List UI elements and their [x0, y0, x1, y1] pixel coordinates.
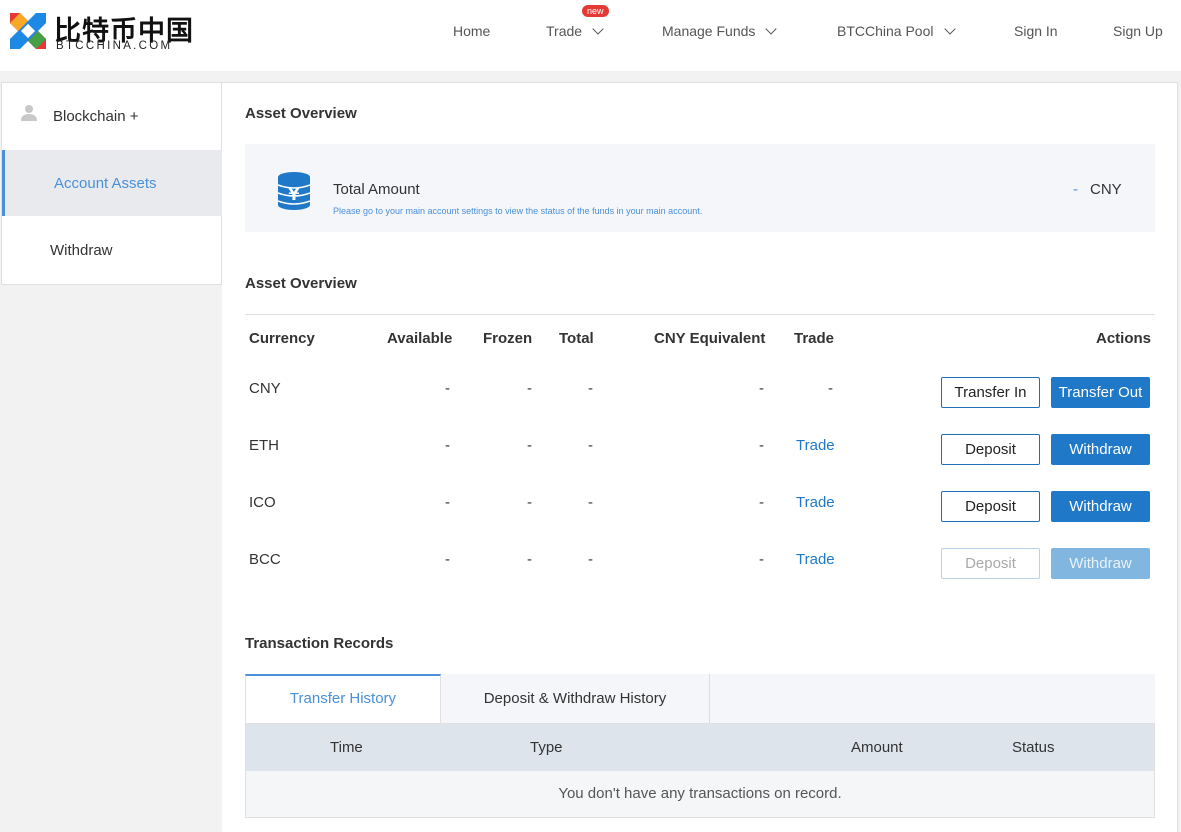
- svg-text:¥: ¥: [288, 185, 299, 204]
- col-status: Status: [1012, 739, 1055, 756]
- nav-home[interactable]: Home: [453, 23, 490, 39]
- nav-trade-label: Trade: [546, 23, 583, 39]
- total-amount-hint: Please go to your main account settings …: [333, 206, 703, 216]
- chevron-down-icon: [592, 23, 604, 35]
- transfer-out-button[interactable]: Transfer Out: [1051, 377, 1150, 408]
- new-badge: new: [582, 5, 609, 17]
- divider: [245, 314, 1155, 315]
- total-amount-label: Total Amount: [333, 181, 420, 198]
- nav-manage-funds[interactable]: Manage Funds: [662, 23, 778, 39]
- tab-deposit-withdraw-history[interactable]: Deposit & Withdraw History: [441, 674, 710, 723]
- chevron-down-icon: [765, 23, 778, 35]
- withdraw-button-ico[interactable]: Withdraw: [1051, 491, 1150, 522]
- cell-currency: ICO: [249, 494, 276, 511]
- col-trade: Trade: [794, 330, 835, 347]
- trade-link-eth[interactable]: Trade: [796, 437, 835, 454]
- user-icon: [21, 105, 37, 121]
- cell-cny: -: [759, 494, 764, 511]
- chevron-down-icon: [943, 23, 956, 35]
- cell-available: -: [445, 437, 450, 454]
- trade-link-ico[interactable]: Trade: [796, 494, 835, 511]
- deposit-button-eth[interactable]: Deposit: [941, 434, 1040, 465]
- nav-sign-up-label: Sign Up: [1113, 23, 1163, 39]
- deposit-button-bcc: Deposit: [941, 548, 1040, 579]
- col-currency: Currency: [249, 330, 315, 347]
- history-table: Time Type Amount Status You don't have a…: [245, 723, 1155, 818]
- cell-cny: -: [759, 437, 764, 454]
- cell-frozen: -: [527, 437, 532, 454]
- total-amount-currency: CNY: [1090, 181, 1122, 198]
- cell-total: -: [588, 551, 593, 568]
- top-header: 比特币中国 BTCCHINA.COM Home Trade new Manage…: [0, 0, 1181, 71]
- empty-state-message: You don't have any transactions on recor…: [246, 771, 1154, 817]
- col-total: Total: [559, 330, 594, 347]
- cell-frozen: -: [527, 494, 532, 511]
- col-cny-equivalent: CNY Equivalent: [654, 330, 766, 347]
- brand-name-en: BTCCHINA.COM: [56, 40, 173, 52]
- nav-pool-label: BTCChina Pool: [837, 23, 934, 39]
- cell-total: -: [588, 380, 593, 397]
- asset-overview-title: Asset Overview: [245, 105, 357, 122]
- history-table-header: Time Type Amount Status: [246, 724, 1154, 771]
- deposit-button-ico[interactable]: Deposit: [941, 491, 1040, 522]
- cell-cny: -: [759, 380, 764, 397]
- main-content: Asset Overview ¥ Total Amount Please go …: [222, 82, 1178, 832]
- cell-trade: -: [828, 380, 833, 397]
- sidebar-user[interactable]: Blockchain +: [2, 83, 222, 151]
- col-type: Type: [530, 739, 563, 756]
- cell-total: -: [588, 437, 593, 454]
- col-time: Time: [330, 739, 363, 756]
- col-available: Available: [387, 330, 453, 347]
- cell-frozen: -: [527, 551, 532, 568]
- sidebar-item-withdraw[interactable]: Withdraw: [2, 217, 222, 283]
- sidebar: Blockchain + Account Assets Withdraw: [1, 82, 222, 285]
- cell-currency: ETH: [249, 437, 279, 454]
- cell-available: -: [445, 380, 450, 397]
- tab-transfer-history[interactable]: Transfer History: [245, 674, 441, 723]
- sidebar-user-label: Blockchain +: [53, 108, 139, 125]
- cell-currency: CNY: [249, 380, 281, 397]
- nav-sign-in[interactable]: Sign In: [1014, 23, 1058, 39]
- history-tabs: Transfer History Deposit & Withdraw Hist…: [245, 674, 1155, 723]
- nav-trade[interactable]: Trade: [546, 23, 604, 39]
- logo[interactable]: 比特币中国 BTCCHINA.COM: [8, 10, 198, 56]
- cell-cny: -: [759, 551, 764, 568]
- nav-pool[interactable]: BTCChina Pool: [837, 23, 956, 39]
- sidebar-item-label: Withdraw: [50, 242, 113, 259]
- total-amount-card: ¥ Total Amount Please go to your main ac…: [245, 144, 1155, 232]
- coin-stack-icon: ¥: [277, 172, 311, 210]
- btcchina-logo-icon: [10, 13, 46, 49]
- total-amount-value: -: [1073, 181, 1078, 198]
- nav-sign-in-label: Sign In: [1014, 23, 1058, 39]
- transaction-records-title: Transaction Records: [245, 635, 394, 652]
- cell-frozen: -: [527, 380, 532, 397]
- asset-table-title: Asset Overview: [245, 275, 357, 292]
- nav-manage-funds-label: Manage Funds: [662, 23, 756, 39]
- trade-link-bcc[interactable]: Trade: [796, 551, 835, 568]
- sidebar-item-label: Account Assets: [54, 175, 157, 192]
- cell-total: -: [588, 494, 593, 511]
- col-frozen: Frozen: [483, 330, 533, 347]
- cell-currency: BCC: [249, 551, 281, 568]
- cell-available: -: [445, 494, 450, 511]
- nav-home-label: Home: [453, 23, 491, 39]
- cell-available: -: [445, 551, 450, 568]
- withdraw-button-eth[interactable]: Withdraw: [1051, 434, 1150, 465]
- transfer-in-button[interactable]: Transfer In: [941, 377, 1040, 408]
- sidebar-item-account-assets[interactable]: Account Assets: [2, 150, 222, 216]
- nav-sign-up[interactable]: Sign Up: [1113, 23, 1163, 39]
- withdraw-button-bcc: Withdraw: [1051, 548, 1150, 579]
- col-amount: Amount: [851, 739, 903, 756]
- col-actions: Actions: [1096, 330, 1152, 347]
